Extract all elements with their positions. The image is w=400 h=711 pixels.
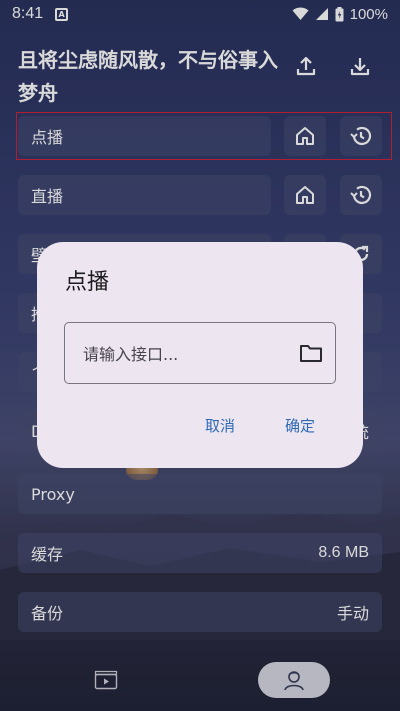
api-input-field[interactable]: 请输入接口...: [64, 322, 336, 384]
dialog-title: 点播: [65, 270, 110, 295]
cancel-button[interactable]: 取消: [205, 415, 235, 436]
folder-icon: [300, 345, 322, 362]
api-input-placeholder: 请输入接口...: [83, 345, 179, 364]
folder-button[interactable]: [299, 343, 323, 363]
vod-dialog: 点播 请输入接口... 取消 确定: [37, 242, 363, 468]
confirm-button[interactable]: 确定: [285, 415, 315, 436]
